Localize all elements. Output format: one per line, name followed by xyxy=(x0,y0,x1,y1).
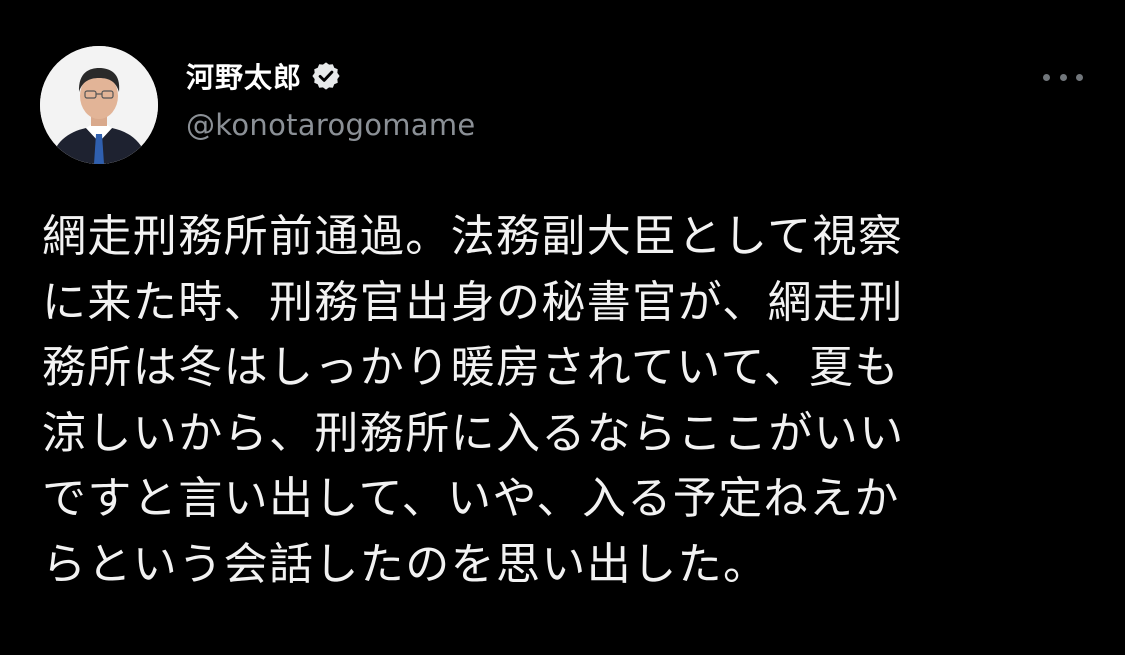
tweet-text-line: 涼しいから、刑務所に入るならここがいい xyxy=(42,407,905,459)
tweet-text-line: 務所は冬はしっかり暖房されていて、夏も xyxy=(42,342,900,393)
tweet-text-line: ですと言い出して、いや、入る予定ねえか xyxy=(42,473,900,524)
avatar-portrait-icon xyxy=(40,46,158,164)
avatar[interactable] xyxy=(40,46,158,164)
tweet-text-line: らという会話したのを思い出した。 xyxy=(42,538,769,590)
tweet-text-line: 網走刑務所前通過。法務副大臣として視察 xyxy=(42,211,904,262)
more-dot xyxy=(1076,73,1083,81)
more-dot xyxy=(1043,73,1050,81)
tweet-text: 網走刑務所前通過。法務副大臣として視察 に来た時、刑務官出身の秘書官が、網走刑 … xyxy=(42,204,1082,597)
author-handle[interactable]: @konotarogomame xyxy=(186,108,476,142)
more-dot xyxy=(1059,73,1067,81)
tweet-card: 河野太郎 @konotarogomame 網走刑務所前通過。法務副大臣として視察… xyxy=(0,0,1125,655)
author-display-name[interactable]: 河野太郎 xyxy=(186,56,302,96)
verified-badge-icon xyxy=(312,62,340,90)
author-name-row[interactable]: 河野太郎 xyxy=(186,56,342,96)
more-options-icon[interactable] xyxy=(1043,62,1083,92)
tweet-text-line: に来た時、刑務官出身の秘書官が、網走刑 xyxy=(42,276,904,328)
